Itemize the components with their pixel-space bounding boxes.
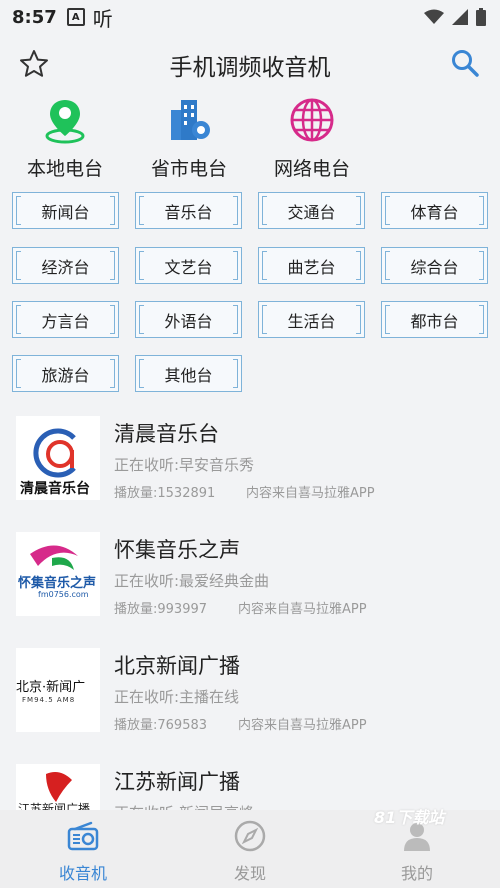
status-bar: 8:57 A 听 xyxy=(0,0,500,34)
radio-icon xyxy=(67,821,99,851)
location-pin-icon xyxy=(45,100,85,144)
battery-icon xyxy=(476,8,486,26)
chip-travel[interactable]: 旅游台 xyxy=(12,355,119,392)
app-notification-icon: A xyxy=(66,8,85,26)
station-logo-subtext: fm0756.com xyxy=(38,590,89,599)
chip-general[interactable]: 综合台 xyxy=(381,247,488,284)
station-logo-text: 清晨音乐台 xyxy=(20,481,90,497)
station-name: 江苏新闻广播 xyxy=(114,770,240,794)
chip-traffic[interactable]: 交通台 xyxy=(258,192,365,229)
chip-opera[interactable]: 曲艺台 xyxy=(258,247,365,284)
station-logo: 北京·新闻广 FM94.5 AM8 xyxy=(16,648,100,732)
station-item[interactable]: 江苏新闻广播 江苏新闻广播 正在收听:新闻早高峰 xyxy=(0,756,500,810)
city-building-icon xyxy=(171,100,210,140)
category-label: 省市电台 xyxy=(150,158,227,180)
page-title: 手机调频收音机 xyxy=(169,55,331,81)
now-playing: 正在收听:新闻早高峰 xyxy=(114,802,254,810)
play-count: 播放量:769583 xyxy=(114,718,208,733)
station-logo: 怀集音乐之声 fm0756.com xyxy=(16,532,100,616)
chip-lifestyle[interactable]: 生活台 xyxy=(258,301,365,338)
play-count: 播放量:1532891 xyxy=(114,486,216,501)
compass-icon xyxy=(234,820,266,852)
tab-discover[interactable]: 发现 xyxy=(167,810,333,888)
station-logo-text: 江苏新闻广播 xyxy=(18,802,91,810)
station-logo: 江苏新闻广播 xyxy=(16,764,100,810)
chip-other[interactable]: 其他台 xyxy=(135,355,242,392)
station-item[interactable]: 北京·新闻广 FM94.5 AM8 北京新闻广播 正在收听:主播在线 播放量:7… xyxy=(0,640,500,756)
wifi-icon xyxy=(424,9,444,24)
station-logo: 清晨音乐台 xyxy=(16,416,100,500)
search-icon[interactable] xyxy=(450,48,480,78)
station-name: 清晨音乐台 xyxy=(114,422,219,446)
content-source: 内容来自喜马拉雅APP xyxy=(238,602,367,617)
category-shortcuts: 本地电台 省市电台 网络电台 xyxy=(0,96,500,181)
globe-icon xyxy=(290,98,334,142)
now-playing: 正在收听:早安音乐秀 xyxy=(114,456,255,474)
station-logo-text: 怀集音乐之声 xyxy=(18,576,97,591)
bottom-tab-bar: 收音机 发现 我的 81下载站 xyxy=(0,808,500,888)
tab-label: 我的 xyxy=(400,864,433,883)
station-logo-subtext: FM94.5 AM8 xyxy=(22,696,76,704)
notification-text: 听 xyxy=(92,6,113,31)
station-name: 北京新闻广播 xyxy=(114,654,240,678)
chip-urban[interactable]: 都市台 xyxy=(381,301,488,338)
signal-icon xyxy=(452,9,468,25)
chip-economy[interactable]: 经济台 xyxy=(12,247,119,284)
chip-foreign-language[interactable]: 外语台 xyxy=(135,301,242,338)
chip-arts[interactable]: 文艺台 xyxy=(135,247,242,284)
content-source: 内容来自喜马拉雅APP xyxy=(246,486,375,501)
station-item[interactable]: 怀集音乐之声 fm0756.com 怀集音乐之声 正在收听:最爱经典金曲 播放量… xyxy=(0,524,500,640)
chip-dialect[interactable]: 方言台 xyxy=(12,301,119,338)
category-web[interactable]: 网络电台 xyxy=(252,96,372,181)
tab-label: 收音机 xyxy=(58,864,107,883)
category-label: 网络电台 xyxy=(273,158,350,180)
play-count: 播放量:993997 xyxy=(114,602,208,617)
content-source: 内容来自喜马拉雅APP xyxy=(238,718,367,733)
station-item[interactable]: 清晨音乐台 清晨音乐台 正在收听:早安音乐秀 播放量:1532891 内容来自喜… xyxy=(0,408,500,524)
station-list: 清晨音乐台 清晨音乐台 正在收听:早安音乐秀 播放量:1532891 内容来自喜… xyxy=(0,408,500,810)
chip-sports[interactable]: 体育台 xyxy=(381,192,488,229)
tab-label: 发现 xyxy=(233,864,266,883)
tab-radio[interactable]: 收音机 xyxy=(0,810,166,888)
now-playing: 正在收听:主播在线 xyxy=(114,688,240,706)
chip-news[interactable]: 新闻台 xyxy=(12,192,119,229)
chip-music[interactable]: 音乐台 xyxy=(135,192,242,229)
category-local[interactable]: 本地电台 xyxy=(5,96,125,181)
watermark: 81下载站 xyxy=(374,808,445,827)
station-logo-text: 北京·新闻广 xyxy=(16,680,86,695)
status-time: 8:57 xyxy=(12,6,57,28)
station-name: 怀集音乐之声 xyxy=(114,538,240,562)
app-header: 手机调频收音机 xyxy=(0,34,500,96)
now-playing: 正在收听:最爱经典金曲 xyxy=(114,572,270,590)
category-label: 本地电台 xyxy=(26,158,103,180)
category-province-city[interactable]: 省市电台 xyxy=(129,96,249,181)
app-badge-text: A xyxy=(71,11,80,23)
